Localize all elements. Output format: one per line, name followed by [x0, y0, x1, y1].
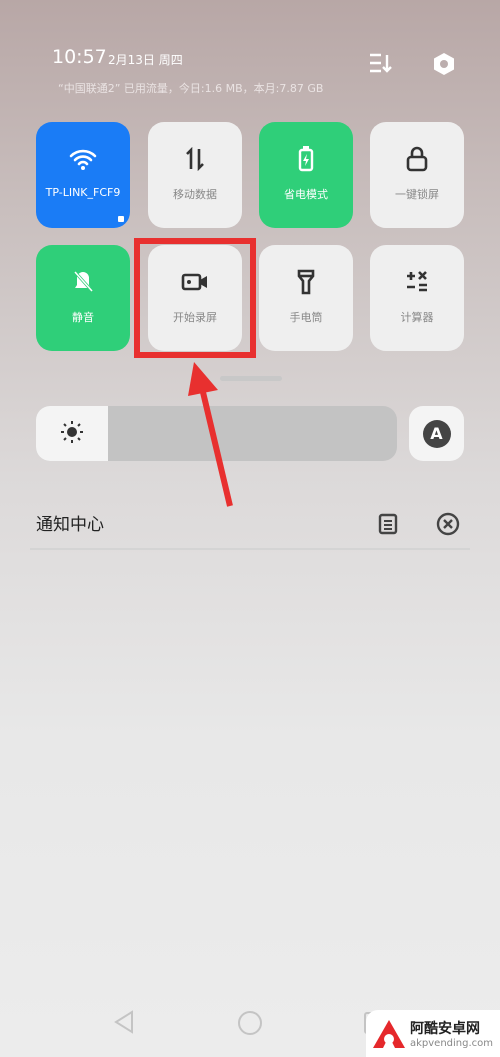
- wifi-icon: [69, 144, 97, 174]
- lock-icon: [405, 144, 429, 174]
- notification-settings-icon[interactable]: [378, 513, 398, 539]
- expand-icon: [118, 216, 124, 222]
- tile-mobile-data[interactable]: 移动数据: [148, 122, 242, 228]
- notification-center-title: 通知中心: [36, 515, 104, 535]
- watermark: 阿酷安卓网 akpvending.com: [366, 1010, 500, 1057]
- settings-icon[interactable]: [432, 52, 456, 80]
- auto-brightness-button[interactable]: A: [409, 406, 464, 461]
- edit-tiles-icon[interactable]: [368, 52, 392, 78]
- watermark-logo-icon: [373, 1019, 405, 1048]
- battery-saver-icon: [298, 144, 314, 174]
- clear-all-icon[interactable]: [436, 512, 460, 540]
- mobile-data-icon: [184, 144, 206, 174]
- flashlight-icon: [296, 267, 316, 297]
- calculator-icon: [405, 267, 429, 297]
- back-button[interactable]: [112, 1010, 136, 1038]
- annotation-arrow: [188, 362, 233, 507]
- divider: [30, 548, 470, 550]
- highlight-box: [134, 238, 256, 358]
- home-button[interactable]: [237, 1010, 263, 1040]
- tile-calculator[interactable]: 计算器: [370, 245, 464, 351]
- bell-off-icon: [72, 267, 94, 297]
- tile-lock-screen[interactable]: 一键锁屏: [370, 122, 464, 228]
- data-usage: “中国联通2” 已用流量，今日:1.6 MB，本月:7.87 GB: [58, 82, 324, 95]
- clock: 10:57: [52, 46, 107, 68]
- tile-battery-saver[interactable]: 省电模式: [259, 122, 353, 228]
- tile-flashlight[interactable]: 手电筒: [259, 245, 353, 351]
- date: 2月13日 周四: [108, 53, 183, 67]
- tile-silent[interactable]: 静音: [36, 245, 130, 351]
- tile-wifi[interactable]: TP-LINK_FCF9: [36, 122, 130, 228]
- sun-icon: [61, 420, 84, 447]
